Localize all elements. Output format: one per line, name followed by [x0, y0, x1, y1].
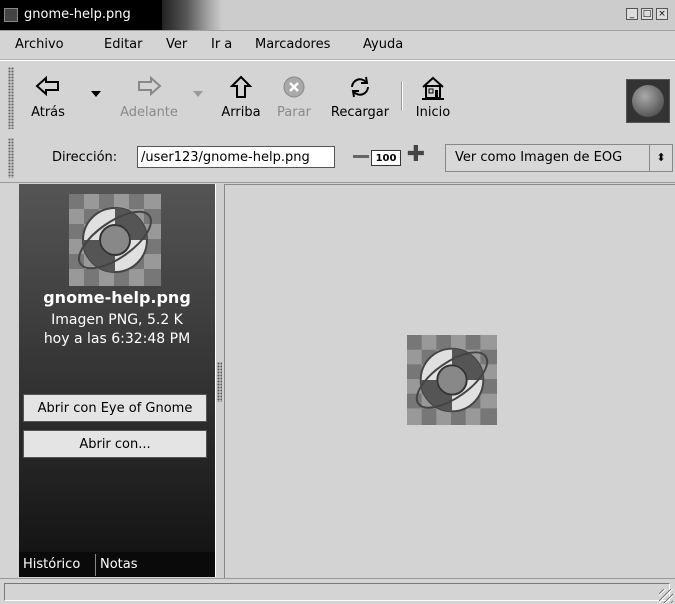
tab-notas[interactable]: Notas	[95, 554, 142, 576]
up-button[interactable]: Arriba	[216, 65, 266, 129]
window-app-icon	[4, 7, 18, 22]
file-name: gnome-help.png	[43, 288, 191, 307]
zoom-minus-icon[interactable]	[353, 155, 369, 158]
sidebar-left-edge	[0, 184, 19, 577]
zoom-level[interactable]: 100	[371, 150, 401, 166]
menu-ir-a[interactable]: Ir a	[211, 37, 232, 52]
window-title-tab[interactable]: gnome-help.png	[0, 0, 162, 30]
forward-button[interactable]: Adelante	[114, 65, 184, 129]
title-dither	[162, 0, 222, 30]
location-bar: Dirección: 100 ✚ Ver como Imagen de EOG …	[0, 134, 675, 183]
home-label: Inicio	[415, 105, 451, 120]
home-button[interactable]: Inicio	[408, 65, 458, 129]
toolbar-grip[interactable]	[8, 67, 14, 129]
toolbar: Atrás Adelante Arriba Parar Recargar Ini…	[0, 60, 675, 135]
menu-ayuda[interactable]: Ayuda	[363, 37, 403, 52]
reload-button[interactable]: Recargar	[325, 65, 395, 129]
menu-marcadores[interactable]: Marcadores	[255, 37, 330, 52]
resize-grip[interactable]	[659, 589, 673, 603]
throbber-ball	[632, 85, 664, 117]
lifebuoy-icon	[407, 335, 497, 425]
browser-window: gnome-help.png _ □ × Archivo Editar Ver …	[0, 0, 675, 604]
home-icon	[408, 75, 458, 101]
view-as-value: Ver como Imagen de EOG	[455, 150, 623, 165]
reload-label: Recargar	[330, 105, 390, 120]
zoom-plus-icon[interactable]: ✚	[405, 144, 427, 166]
close-button[interactable]: ×	[656, 8, 668, 20]
location-input[interactable]	[137, 146, 335, 168]
image-viewer[interactable]	[224, 184, 675, 578]
open-with-default-button[interactable]: Abrir con Eye of Gnome	[23, 394, 207, 422]
title-bar[interactable]: gnome-help.png _ □ ×	[0, 0, 675, 31]
location-bar-grip[interactable]	[8, 138, 14, 178]
sidebar: gnome-help.png Imagen PNG, 5.2 K hoy a l…	[19, 184, 215, 577]
displayed-image	[407, 335, 497, 425]
tab-historico[interactable]: Histórico	[19, 554, 84, 576]
status-bar	[0, 578, 675, 604]
menu-ver[interactable]: Ver	[166, 37, 187, 52]
back-label: Atrás	[31, 105, 65, 120]
stop-label: Parar	[277, 105, 311, 120]
reload-icon	[325, 75, 395, 101]
location-label: Dirección:	[52, 150, 118, 165]
forward-arrow-icon	[114, 75, 184, 101]
open-with-button[interactable]: Abrir con...	[23, 430, 207, 458]
view-as-select[interactable]: Ver como Imagen de EOG ⬍	[445, 144, 673, 172]
up-label: Arriba	[221, 105, 261, 120]
stop-button[interactable]: Parar	[270, 65, 318, 129]
menu-bar: Archivo Editar Ver Ir a Marcadores Ayuda	[0, 31, 675, 60]
menu-editar[interactable]: Editar	[104, 37, 143, 52]
up-arrow-icon	[216, 75, 266, 101]
file-thumbnail[interactable]	[69, 194, 161, 286]
window-title: gnome-help.png	[24, 7, 131, 22]
back-history-dropdown[interactable]	[91, 91, 101, 97]
select-arrows-icon: ⬍	[649, 145, 672, 171]
menu-archivo[interactable]: Archivo	[15, 37, 64, 52]
throbber-icon[interactable]	[626, 79, 670, 123]
stop-icon	[270, 75, 318, 101]
status-text	[4, 583, 670, 601]
pane-grip-dots	[217, 362, 222, 402]
back-arrow-icon	[22, 75, 74, 101]
file-type: Imagen PNG, 5.2 K	[51, 312, 183, 328]
forward-label: Adelante	[120, 105, 178, 120]
back-button[interactable]: Atrás	[22, 65, 74, 129]
maximize-button[interactable]: □	[641, 8, 653, 20]
minimize-button[interactable]: _	[626, 8, 638, 20]
toolbar-separator	[401, 81, 403, 111]
forward-history-dropdown[interactable]	[193, 91, 203, 97]
lifebuoy-icon	[69, 194, 161, 286]
file-modified: hoy a las 6:32:48 PM	[43, 331, 191, 347]
